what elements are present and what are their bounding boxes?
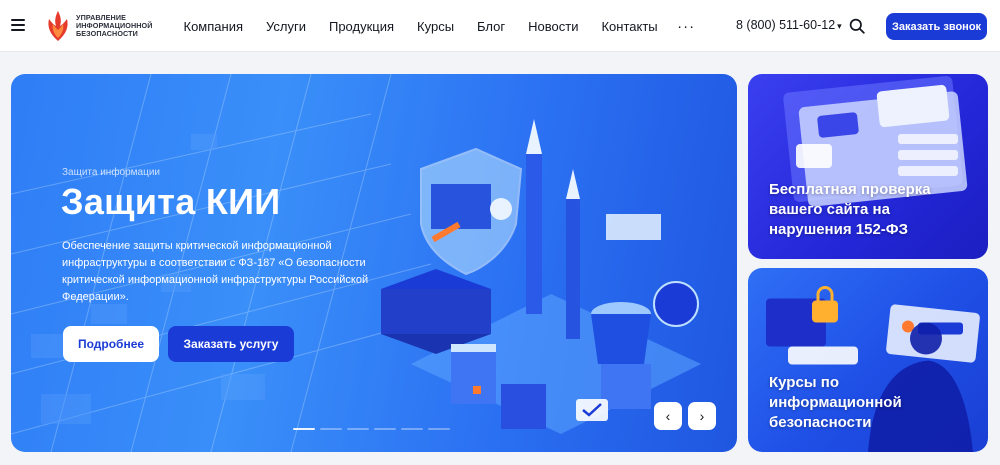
nav-item-company[interactable]: Компания	[184, 19, 244, 34]
main-nav: Компания Услуги Продукция Курсы Блог Нов…	[172, 0, 695, 52]
promo-card-title: Бесплатная проверка вашего сайта на нару…	[769, 181, 931, 238]
slider-pagination	[293, 428, 455, 430]
site-header: Управление информационной безопасности К…	[0, 0, 1000, 52]
order-service-button[interactable]: Заказать услугу	[168, 326, 294, 362]
logo[interactable]: Управление информационной безопасности	[44, 10, 164, 42]
promo-card-title: Курсы по информационной безопасности	[769, 374, 902, 431]
slider-dot[interactable]	[428, 428, 450, 430]
promo-card-site-check[interactable]: Бесплатная проверка вашего сайта на нару…	[748, 74, 988, 259]
promo-card-courses[interactable]: Курсы по информационной безопасности	[748, 268, 988, 452]
nav-item-blog[interactable]: Блог	[477, 19, 505, 34]
logo-line-3: безопасности	[76, 29, 138, 38]
slider-dot[interactable]	[401, 428, 423, 430]
slider-dot[interactable]	[347, 428, 369, 430]
search-icon[interactable]	[849, 18, 865, 34]
logo-icon	[48, 11, 68, 41]
hero-eyebrow: Защита информации	[62, 167, 161, 178]
chevron-down-icon: ▾	[837, 21, 842, 31]
hero-title: Защита КИИ	[61, 181, 281, 222]
nav-item-products[interactable]: Продукция	[329, 19, 394, 34]
phone-dropdown[interactable]: 8 (800) 511-60-12 ▾	[736, 18, 842, 32]
hero-description: Обеспечение защиты критической информаци…	[62, 240, 369, 303]
chevron-left-icon: ‹	[665, 408, 671, 424]
hero-slider: Защита информации Защита КИИ Обеспечение…	[11, 74, 737, 452]
logo-text: Управление информационной безопасности	[76, 14, 153, 38]
slider-dot[interactable]	[293, 428, 315, 430]
nav-item-courses[interactable]: Курсы	[417, 19, 454, 34]
slider-prev-button[interactable]: ‹	[654, 402, 682, 430]
menu-icon[interactable]	[11, 19, 25, 31]
more-button[interactable]: Подробнее	[63, 326, 159, 362]
slider-dot[interactable]	[374, 428, 396, 430]
slider-next-button[interactable]: ›	[688, 402, 716, 430]
slider-dot[interactable]	[320, 428, 342, 430]
order-call-button[interactable]: Заказать звонок	[886, 13, 987, 40]
nav-item-contacts[interactable]: Контакты	[601, 19, 657, 34]
nav-item-services[interactable]: Услуги	[266, 19, 306, 34]
critical-infrastructure-illustration	[381, 119, 701, 434]
more-icon[interactable]: ···	[677, 18, 695, 35]
nav-item-news[interactable]: Новости	[528, 19, 578, 34]
chevron-right-icon: ›	[699, 408, 705, 424]
phone-number: 8 (800) 511-60-12	[736, 18, 836, 32]
